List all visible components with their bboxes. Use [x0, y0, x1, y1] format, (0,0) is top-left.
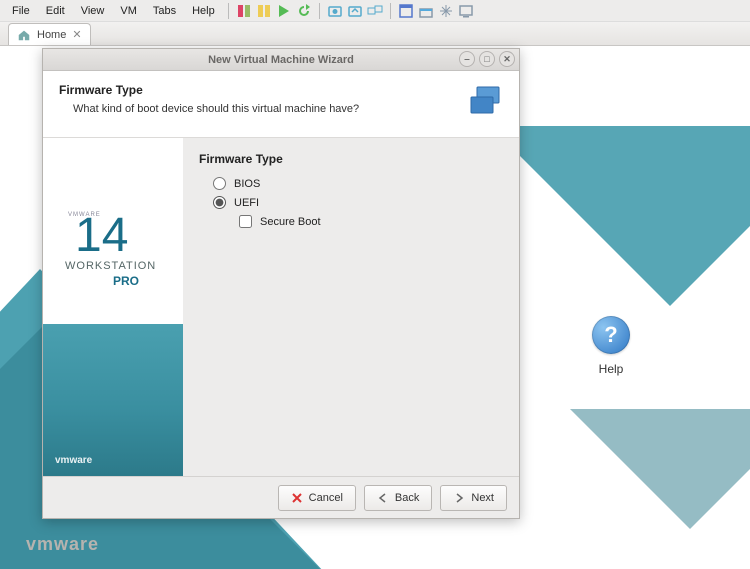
decor-triangle: [570, 409, 750, 529]
tab-home[interactable]: Home ✕: [8, 23, 91, 45]
decor-triangle: [490, 126, 750, 306]
restart-icon[interactable]: [296, 3, 312, 19]
back-button[interactable]: Back: [364, 485, 432, 511]
snapshot-icon[interactable]: [327, 3, 343, 19]
help-icon: ?: [592, 316, 630, 354]
help-tile[interactable]: ? Help: [592, 316, 630, 376]
suspend-icon[interactable]: [256, 3, 272, 19]
separator: [390, 3, 391, 19]
back-button-label: Back: [395, 492, 419, 504]
dialog-header: Firmware Type What kind of boot device s…: [43, 71, 519, 138]
arrow-left-icon: [377, 492, 389, 504]
console-icon[interactable]: [458, 3, 474, 19]
dialog-title: New Virtual Machine Wizard: [208, 54, 354, 66]
window-minimize-icon[interactable]: ‒: [459, 51, 475, 67]
side-version-number: 14: [75, 208, 128, 263]
dialog-titlebar[interactable]: New Virtual Machine Wizard ‒ □ ✕: [43, 49, 519, 71]
help-tile-label: Help: [592, 362, 630, 376]
menu-tabs[interactable]: Tabs: [147, 3, 182, 19]
stretch-icon[interactable]: [438, 3, 454, 19]
firmware-type-form: Firmware Type BIOS UEFI Secure Boot: [183, 138, 519, 476]
menubar: File Edit View VM Tabs Help: [0, 0, 750, 22]
new-vm-wizard-dialog: New Virtual Machine Wizard ‒ □ ✕ Firmwar…: [42, 48, 520, 519]
revert-icon[interactable]: [347, 3, 363, 19]
checkbox-secure-boot-label: Secure Boot: [260, 216, 321, 228]
fullscreen-icon[interactable]: [398, 3, 414, 19]
next-button-label: Next: [471, 492, 494, 504]
dialog-footer: Cancel Back Next: [43, 476, 519, 518]
manage-snapshots-icon[interactable]: [367, 3, 383, 19]
menu-edit[interactable]: Edit: [40, 3, 71, 19]
unity-icon[interactable]: [418, 3, 434, 19]
power-on-icon[interactable]: [236, 3, 252, 19]
menu-view[interactable]: View: [75, 3, 111, 19]
radio-bios-input[interactable]: [213, 177, 226, 190]
menu-file[interactable]: File: [6, 3, 36, 19]
menu-vm[interactable]: VM: [114, 3, 143, 19]
dialog-header-subtitle: What kind of boot device should this vir…: [73, 103, 359, 115]
firmware-type-group-label: Firmware Type: [199, 152, 503, 166]
window-close-icon[interactable]: ✕: [499, 51, 515, 67]
side-pro-label: PRO: [113, 274, 139, 288]
vm-monitor-icon: [465, 83, 505, 123]
cancel-button[interactable]: Cancel: [278, 485, 356, 511]
radio-uefi-input[interactable]: [213, 196, 226, 209]
cancel-button-label: Cancel: [309, 492, 343, 504]
checkbox-secure-boot-input[interactable]: [239, 215, 252, 228]
cancel-icon: [291, 492, 303, 504]
radio-bios-label: BIOS: [234, 178, 260, 190]
tab-close-icon[interactable]: ✕: [72, 28, 81, 41]
vmware-brand: vmware: [26, 534, 99, 555]
home-icon: [17, 28, 31, 42]
window-maximize-icon[interactable]: □: [479, 51, 495, 67]
menu-help[interactable]: Help: [186, 3, 221, 19]
side-workstation-label: WORKSTATION: [65, 260, 156, 272]
side-brand-label: vmware: [55, 455, 92, 466]
separator: [228, 3, 229, 19]
play-icon[interactable]: [276, 3, 292, 19]
tab-bar: Home ✕: [0, 22, 750, 46]
checkbox-secure-boot[interactable]: Secure Boot: [239, 214, 503, 229]
tab-home-label: Home: [37, 29, 66, 41]
next-button[interactable]: Next: [440, 485, 507, 511]
radio-uefi[interactable]: UEFI: [213, 195, 503, 210]
separator: [319, 3, 320, 19]
dialog-side-art: VMWARE 14 WORKSTATION PRO vmware: [43, 138, 183, 476]
radio-uefi-label: UEFI: [234, 197, 259, 209]
dialog-body: VMWARE 14 WORKSTATION PRO vmware Firmwar…: [43, 138, 519, 476]
dialog-header-title: Firmware Type: [59, 83, 359, 97]
arrow-right-icon: [453, 492, 465, 504]
radio-bios[interactable]: BIOS: [213, 176, 503, 191]
